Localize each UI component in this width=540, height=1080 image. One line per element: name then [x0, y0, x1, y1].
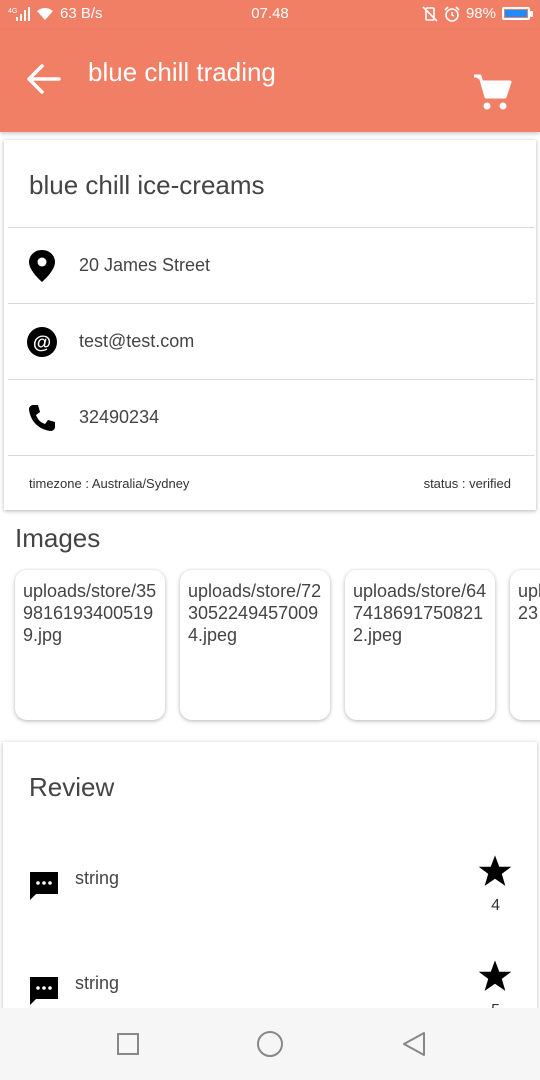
cart-icon[interactable] [472, 72, 512, 112]
email-row[interactable]: @ test@test.com [4, 304, 536, 379]
system-nav-bar [0, 1008, 540, 1080]
location-pin-icon [29, 249, 55, 282]
review-text: string [75, 973, 120, 993]
store-info-card: blue chill ice-creams 20 James Street @ … [4, 140, 536, 510]
battery-percent: 98% [465, 5, 496, 22]
vibrate-icon [422, 5, 438, 22]
battery-fill [505, 10, 527, 17]
star-icon [478, 960, 512, 991]
recents-icon[interactable] [114, 1030, 142, 1058]
store-address: 20 James Street [79, 255, 211, 275]
review-rating: 4 [491, 897, 500, 914]
alarm-icon [444, 5, 460, 22]
images-section-title: Images [15, 523, 101, 553]
chat-bubble-icon [30, 977, 58, 1005]
home-icon[interactable] [256, 1030, 284, 1058]
battery-icon [502, 7, 533, 20]
store-email: test@test.com [79, 331, 195, 351]
phone-icon [29, 404, 55, 431]
store-footer: timezone : Australia/Sydney status : ver… [29, 476, 511, 491]
address-row[interactable]: 20 James Street [4, 228, 536, 303]
image-card[interactable]: uploads/store/6474186917508212.jpeg [345, 570, 495, 720]
back-nav-icon[interactable] [400, 1030, 428, 1058]
review-item[interactable]: string 4 [3, 854, 537, 934]
email-icon: @ [27, 326, 57, 357]
images-carousel[interactable]: uploads/store/3598161934005199.jpg uploa… [0, 568, 540, 728]
status-label: status : verified [423, 476, 511, 491]
star-icon [478, 855, 512, 886]
image-card[interactable]: uploads/store/7230522494570094.jpeg [180, 570, 330, 720]
svg-text:@: @ [33, 331, 51, 352]
image-card[interactable]: uploads/store/3023 [510, 570, 540, 720]
app-bar: blue chill trading [0, 30, 540, 132]
arrow-back-icon[interactable] [25, 62, 63, 96]
review-text: string [75, 868, 120, 888]
chat-bubble-icon [30, 872, 58, 900]
review-card: Review string 4 string 5 [3, 742, 537, 1022]
store-name: blue chill ice-creams [29, 170, 265, 200]
timezone-label: timezone : Australia/Sydney [29, 476, 190, 491]
page-title: blue chill trading [88, 57, 276, 87]
phone-row[interactable]: 32490234 [4, 380, 536, 455]
divider [8, 455, 534, 456]
image-card[interactable]: uploads/store/3598161934005199.jpg [15, 570, 165, 720]
review-section-title: Review [29, 772, 115, 802]
status-bar: 4G 63 B/s 07.48 98% [0, 0, 540, 30]
store-phone: 32490234 [79, 407, 160, 427]
